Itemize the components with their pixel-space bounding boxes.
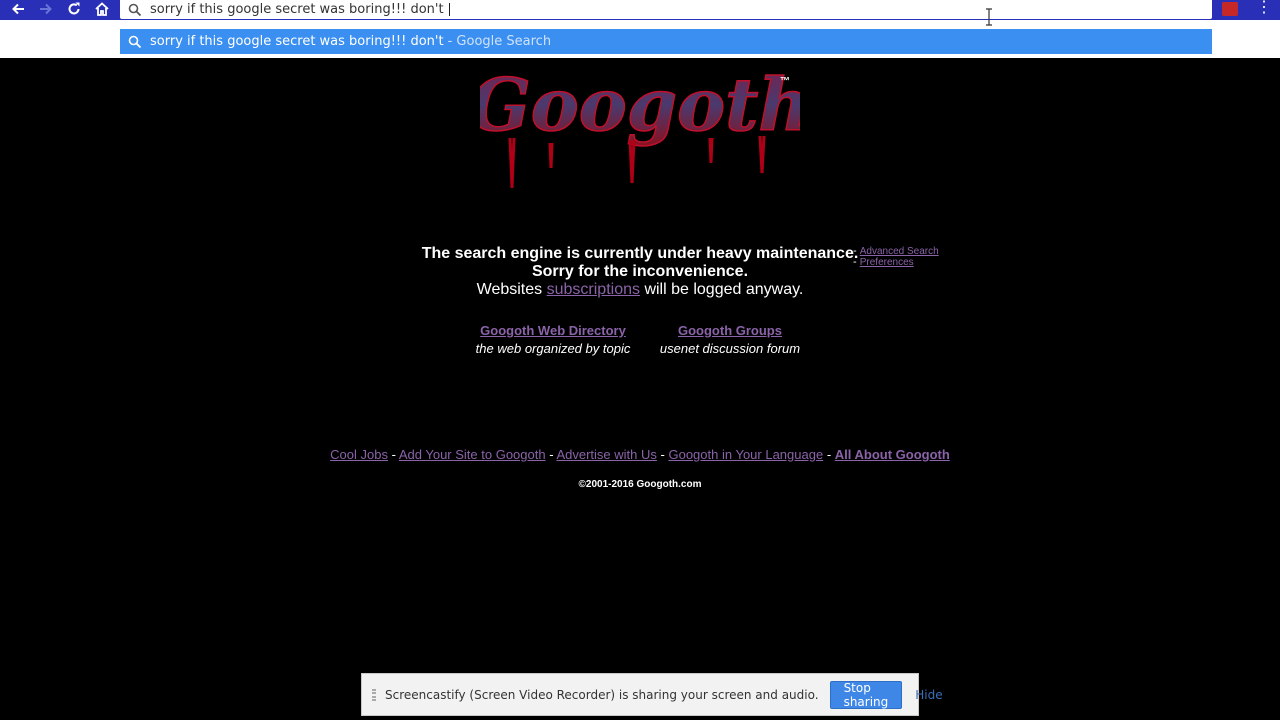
add-site-link[interactable]: Add Your Site to Googoth	[399, 447, 546, 462]
page-content: Googoth ™ The search engine is currently…	[0, 58, 1280, 720]
notice-line-3-pre: Websites	[476, 281, 543, 298]
footer-separator: -	[826, 447, 832, 462]
notice-line-3-post: will be logged anyway.	[644, 281, 804, 298]
advanced-search-link[interactable]: Advanced Search	[860, 246, 939, 257]
trademark-symbol: ™	[780, 76, 790, 87]
text-caret	[448, 3, 450, 16]
svg-text:Googoth: Googoth	[480, 62, 800, 147]
omnibox-suggestion[interactable]: sorry if this google secret was boring!!…	[120, 29, 1212, 54]
footer-separator: -	[391, 447, 396, 462]
maintenance-notice: The search engine is currently under hea…	[0, 245, 1280, 299]
copyright: ©2001-2016 Googoth.com	[578, 479, 702, 490]
reload-icon[interactable]	[63, 0, 85, 18]
advertise-link[interactable]: Advertise with Us	[556, 447, 656, 462]
address-bar-text: sorry if this google secret was boring!!…	[150, 2, 448, 17]
back-arrow-icon[interactable]	[7, 0, 29, 18]
more-menu-icon[interactable]: ⋮	[1256, 0, 1272, 18]
screen-share-bar: Screencastify (Screen Video Recorder) is…	[361, 673, 943, 716]
browser-chrome: sorry if this google secret was boring!!…	[0, 0, 1280, 58]
googoth-logo: Googoth	[480, 61, 800, 189]
stop-sharing-button[interactable]: Stop sharing	[829, 680, 903, 709]
forward-arrow-icon[interactable]	[35, 0, 57, 18]
side-links: - Advanced Search - Preferences	[853, 246, 939, 269]
preferences-link[interactable]: Preferences	[860, 257, 914, 268]
web-directory-desc: the web organized by topic	[475, 341, 631, 356]
drag-handle-icon[interactable]	[372, 688, 376, 701]
browser-toolbar: sorry if this google secret was boring!!…	[0, 0, 1280, 20]
search-icon	[128, 3, 142, 16]
suggestion-text: sorry if this google secret was boring!!…	[150, 34, 444, 49]
share-message: Screencastify (Screen Video Recorder) is…	[385, 687, 819, 702]
text-cursor-icon	[986, 8, 992, 26]
search-icon	[128, 35, 142, 48]
notice-line-3: Websites subscriptions will be logged an…	[0, 281, 1280, 299]
footer-separator: -	[660, 447, 665, 462]
language-link[interactable]: Googoth in Your Language	[668, 447, 823, 462]
hide-button[interactable]: Hide	[915, 688, 942, 702]
address-bar[interactable]: sorry if this google secret was boring!!…	[120, 0, 1212, 19]
groups-link[interactable]: Googoth Groups	[678, 323, 782, 338]
groups-desc: usenet discussion forum	[659, 341, 801, 356]
notice-line-1: The search engine is currently under hea…	[421, 245, 859, 262]
home-icon[interactable]	[91, 0, 113, 18]
service-web-directory: Googoth Web Directory the web organized …	[473, 322, 633, 356]
suggestion-source: - Google Search	[447, 34, 552, 49]
subscriptions-link[interactable]: subscriptions	[547, 281, 640, 298]
service-groups: Googoth Groups usenet discussion forum	[650, 322, 810, 356]
web-directory-link[interactable]: Googoth Web Directory	[480, 323, 626, 338]
footer-links: Cool Jobs - Add Your Site to Googoth - A…	[0, 447, 1280, 462]
footer-separator: -	[549, 447, 554, 462]
about-link[interactable]: All About Googoth	[835, 447, 950, 462]
side-links-separator: -	[853, 256, 857, 268]
cool-jobs-link[interactable]: Cool Jobs	[330, 447, 388, 462]
services: Googoth Web Directory the web organized …	[0, 322, 1280, 362]
extension-icon[interactable]	[1222, 2, 1238, 16]
notice-line-2: Sorry for the inconvenience.	[531, 263, 749, 280]
